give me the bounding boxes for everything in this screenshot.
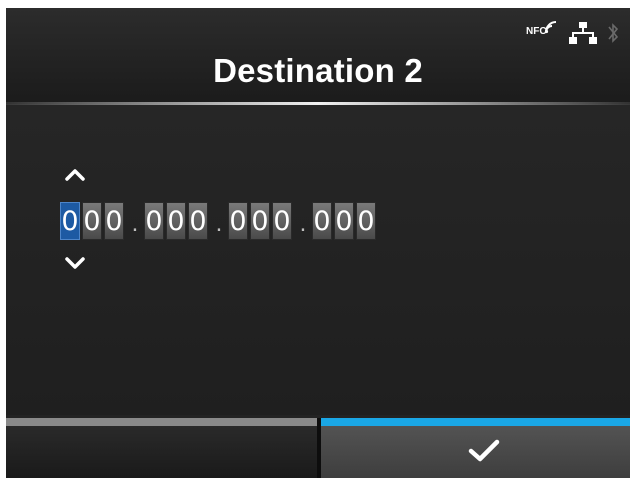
ip-separator: . (299, 210, 307, 237)
ip-digit-3-2[interactable]: 0 (250, 202, 270, 240)
ip-digit-2-2[interactable]: 0 (166, 202, 186, 240)
printer-screen: NFC Destination 2 0 0 0 . 0 0 0 . 0 0 0 … (6, 8, 630, 478)
check-icon (468, 439, 500, 462)
ip-separator: . (215, 210, 223, 237)
ip-digit-4-2[interactable]: 0 (334, 202, 354, 240)
lan-icon (569, 22, 597, 44)
chevron-down-icon[interactable] (64, 256, 86, 270)
ip-address-editor (6, 105, 630, 415)
ip-separator: . (131, 210, 139, 237)
ip-digit-3-1[interactable]: 0 (228, 202, 248, 240)
bluetooth-icon (608, 23, 619, 43)
left-softkey-button[interactable] (6, 426, 317, 478)
ip-digit-4-3[interactable]: 0 (356, 202, 376, 240)
chevron-up-icon[interactable] (64, 168, 86, 182)
ip-digit-3-3[interactable]: 0 (272, 202, 292, 240)
left-softkey-indicator (6, 418, 317, 426)
right-softkey-indicator (321, 418, 630, 426)
ip-digit-1-2[interactable]: 0 (82, 202, 102, 240)
confirm-button[interactable] (321, 426, 630, 478)
ip-digit-4-1[interactable]: 0 (312, 202, 332, 240)
ip-digit-2-3[interactable]: 0 (188, 202, 208, 240)
ip-digit-1-3[interactable]: 0 (104, 202, 124, 240)
header: NFC Destination 2 (6, 8, 630, 105)
nfc-icon (544, 21, 557, 34)
ip-digit-2-1[interactable]: 0 (144, 202, 164, 240)
ip-digit-1-1[interactable]: 0 (60, 202, 80, 240)
page-title: Destination 2 (213, 52, 423, 89)
